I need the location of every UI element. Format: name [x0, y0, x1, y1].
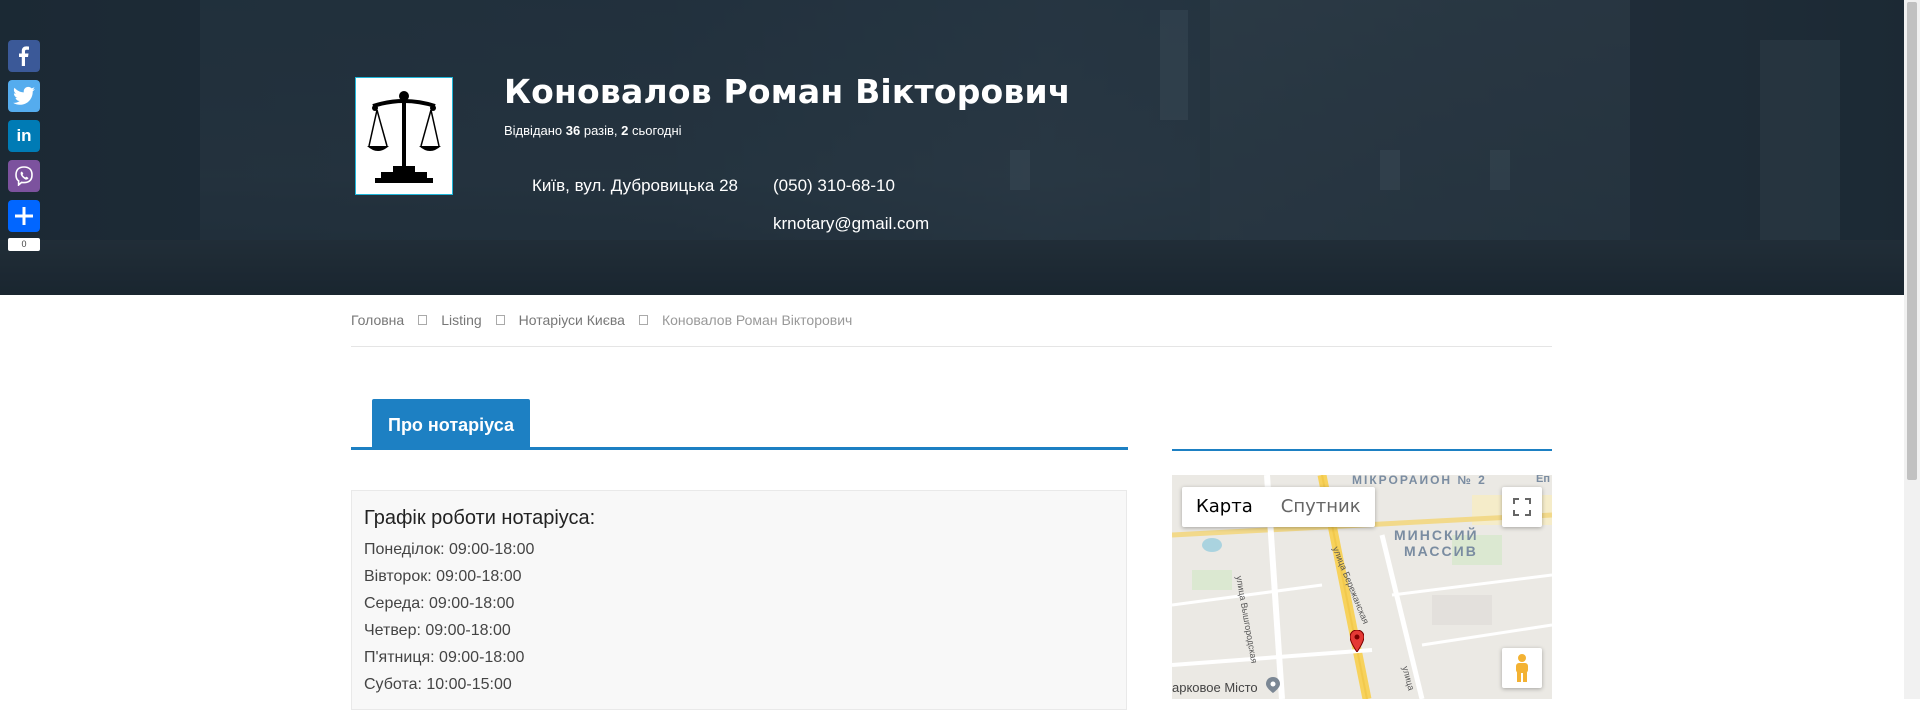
schedule-row: Середа: 09:00-18:00 — [364, 595, 515, 612]
page-scrollbar[interactable] — [1904, 0, 1920, 699]
map-poi-icon — [1266, 677, 1280, 693]
viber-icon — [15, 166, 33, 186]
tab-about-notary[interactable]: Про нотаріуса — [372, 399, 530, 448]
map-type-satellite-button[interactable]: Спутник — [1267, 487, 1375, 527]
working-hours-heading: Графік роботи нотаріуса: — [364, 507, 596, 529]
social-share-bar: in 0 — [8, 40, 40, 251]
visit-counter: Відвідано 36 разів, 2 сьогодні — [504, 123, 682, 138]
map-corner-label: Еп — [1536, 475, 1550, 485]
share-count: 0 — [8, 238, 40, 251]
working-hours-panel: Графік роботи нотаріуса: Понеділок: 09:0… — [351, 490, 1127, 710]
hero-overlay — [0, 0, 1904, 295]
sidebar-divider — [1172, 449, 1552, 451]
twitter-icon — [13, 86, 35, 105]
notary-logo — [355, 77, 453, 195]
map-place-label: арковое Місто — [1172, 680, 1258, 695]
fullscreen-icon — [1513, 498, 1531, 516]
twitter-share-button[interactable] — [8, 80, 40, 112]
map-street-view-button[interactable] — [1502, 648, 1542, 688]
location-map[interactable]: МІКРОРАЙОН № 2 Еп МИНСКИЙ МАССИВ улица В… — [1172, 475, 1552, 699]
map-fullscreen-button[interactable] — [1502, 487, 1542, 527]
schedule-row: П'ятниця: 09:00-18:00 — [364, 649, 525, 666]
schedule-row: Вівторок: 09:00-18:00 — [364, 568, 522, 585]
scales-icon — [367, 91, 441, 183]
breadcrumb-category-link[interactable]: Нотаріуси Києва — [519, 312, 625, 328]
breadcrumb-separator-icon — [418, 315, 428, 325]
schedule-row: Понеділок: 09:00-18:00 — [364, 541, 535, 558]
schedule-row: Четвер: 09:00-18:00 — [364, 622, 511, 639]
breadcrumb-home-link[interactable]: Головна — [351, 312, 404, 328]
scrollbar-thumb[interactable] — [1907, 2, 1917, 480]
email-link[interactable]: krnotary@gmail.com — [773, 214, 929, 234]
viber-share-button[interactable] — [8, 160, 40, 192]
add-to-any-share-button[interactable] — [8, 200, 40, 232]
facebook-share-button[interactable] — [8, 40, 40, 72]
address: Київ, вул. Дубровицька 28 — [532, 176, 738, 195]
map-type-switch: Карта Спутник — [1182, 487, 1375, 527]
breadcrumb-current: Коновалов Роман Вікторович — [661, 312, 853, 328]
visits-total: 36 — [565, 123, 581, 138]
map-district-label: МІКРОРАЙОН № 2 — [1352, 475, 1487, 487]
breadcrumb-separator-icon — [495, 315, 505, 325]
map-district-label: МАССИВ — [1404, 543, 1478, 559]
map-district-label: МИНСКИЙ — [1394, 527, 1479, 543]
breadcrumb-divider — [351, 346, 1552, 347]
hero-banner: Коновалов Роман Вікторович Відвідано 36 … — [0, 0, 1904, 295]
tab-underline — [351, 447, 1128, 450]
facebook-icon — [19, 46, 29, 66]
linkedin-icon: in — [16, 126, 32, 145]
pegman-icon — [1516, 654, 1528, 682]
breadcrumb-listing-link[interactable]: Listing — [441, 312, 481, 328]
phone-link[interactable]: (050) 310-68-10 — [773, 176, 895, 196]
map-type-map-button[interactable]: Карта — [1182, 487, 1267, 527]
map-marker-icon[interactable] — [1350, 630, 1364, 652]
page-title: Коновалов Роман Вікторович — [504, 72, 1071, 111]
breadcrumb-separator-icon — [638, 315, 648, 325]
breadcrumb: Головна Listing Нотаріуси Києва Коновало… — [351, 312, 852, 328]
linkedin-share-button[interactable]: in — [8, 120, 40, 152]
schedule-row: Субота: 10:00-15:00 — [364, 676, 512, 693]
plus-icon — [15, 207, 33, 225]
